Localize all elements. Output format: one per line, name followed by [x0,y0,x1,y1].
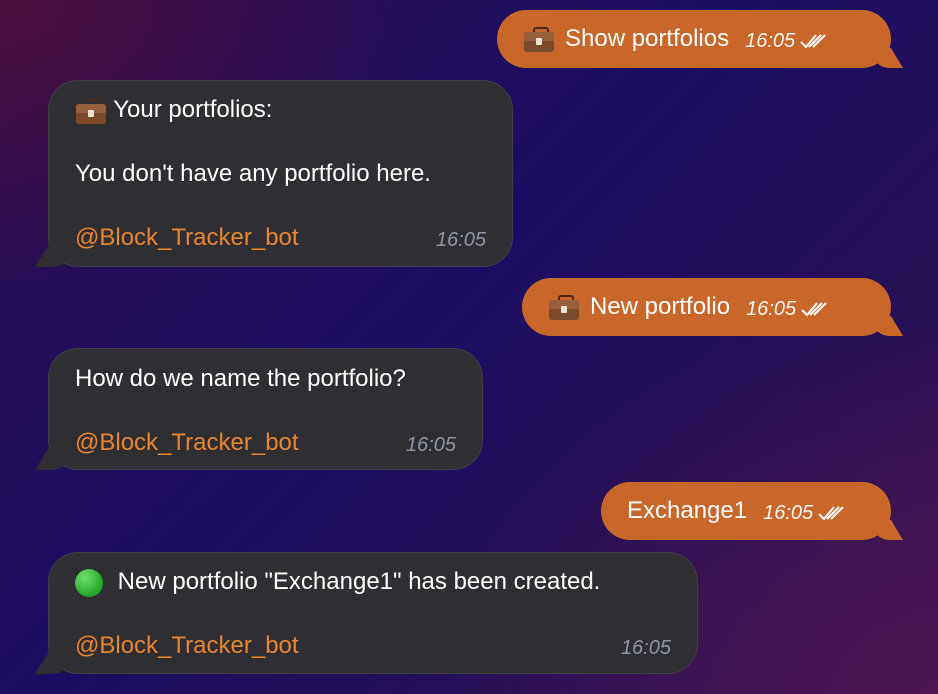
sender-link[interactable]: @Block_Tracker_bot [75,631,299,661]
incoming-message[interactable]: Your portfolios: You don't have any port… [35,80,513,267]
message-text: Exchange1 [627,497,748,524]
sender-link[interactable]: @Block_Tracker_bot [75,428,299,458]
incoming-message[interactable]: New portfolio "Exchange1" has been creat… [35,552,698,674]
outgoing-message[interactable]: New portfolio 16:05 [522,278,903,336]
briefcase-icon [523,25,555,53]
green-circle-icon [75,568,103,597]
incoming-message[interactable]: How do we name the portfolio? @Block_Tra… [35,348,483,470]
message-text: New portfolio [590,293,731,320]
outgoing-message[interactable]: Exchange1 16:05 [601,482,903,540]
message-text: Show portfolios [565,25,730,52]
double-check-icon [818,506,844,521]
message-text: How do we name the portfolio? [75,365,406,392]
message-text: You don't have any portfolio here. [75,160,431,187]
briefcase-icon [548,293,580,321]
message-text: Your portfolios: [113,96,273,123]
message-time: 16:05 [746,297,797,320]
message-time: 16:05 [435,229,486,251]
outgoing-message[interactable]: Show portfolios 16:05 [497,10,903,68]
double-check-icon [800,34,826,49]
sender-link[interactable]: @Block_Tracker_bot [75,223,299,253]
briefcase-icon [75,97,107,125]
message-text: New portfolio "Exchange1" has been creat… [117,568,601,595]
message-time: 16:05 [620,637,671,659]
message-time: 16:05 [745,29,796,52]
message-time: 16:05 [405,434,456,456]
double-check-icon [801,302,827,317]
message-time: 16:05 [763,501,814,524]
